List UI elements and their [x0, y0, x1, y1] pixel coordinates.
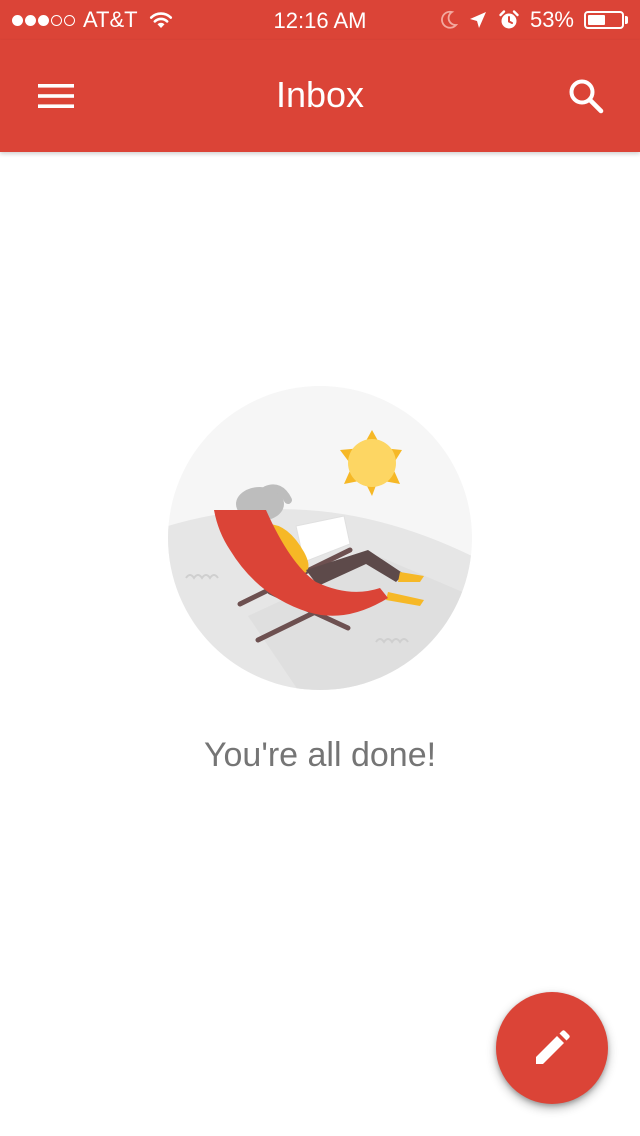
search-icon: [569, 79, 604, 114]
beach-chair-relaxing-illustration: [168, 386, 472, 690]
status-bar: AT&T 12:16 AM 53%: [0, 0, 640, 40]
empty-state-message: You're all done!: [203, 736, 437, 774]
battery-percent: 53%: [529, 7, 574, 32]
page-title: Inbox: [275, 74, 365, 115]
location-arrow-icon: [469, 12, 486, 28]
search-button[interactable]: [558, 70, 614, 122]
status-right: 53%: [440, 7, 630, 32]
app-bar: Inbox: [0, 40, 640, 152]
compose-button[interactable]: [496, 992, 608, 1104]
alarm-icon: [499, 10, 519, 29]
battery-icon: [584, 10, 630, 30]
pencil-icon: [536, 1030, 570, 1064]
battery-level-fill: [588, 15, 605, 25]
moon-icon: [441, 10, 458, 29]
